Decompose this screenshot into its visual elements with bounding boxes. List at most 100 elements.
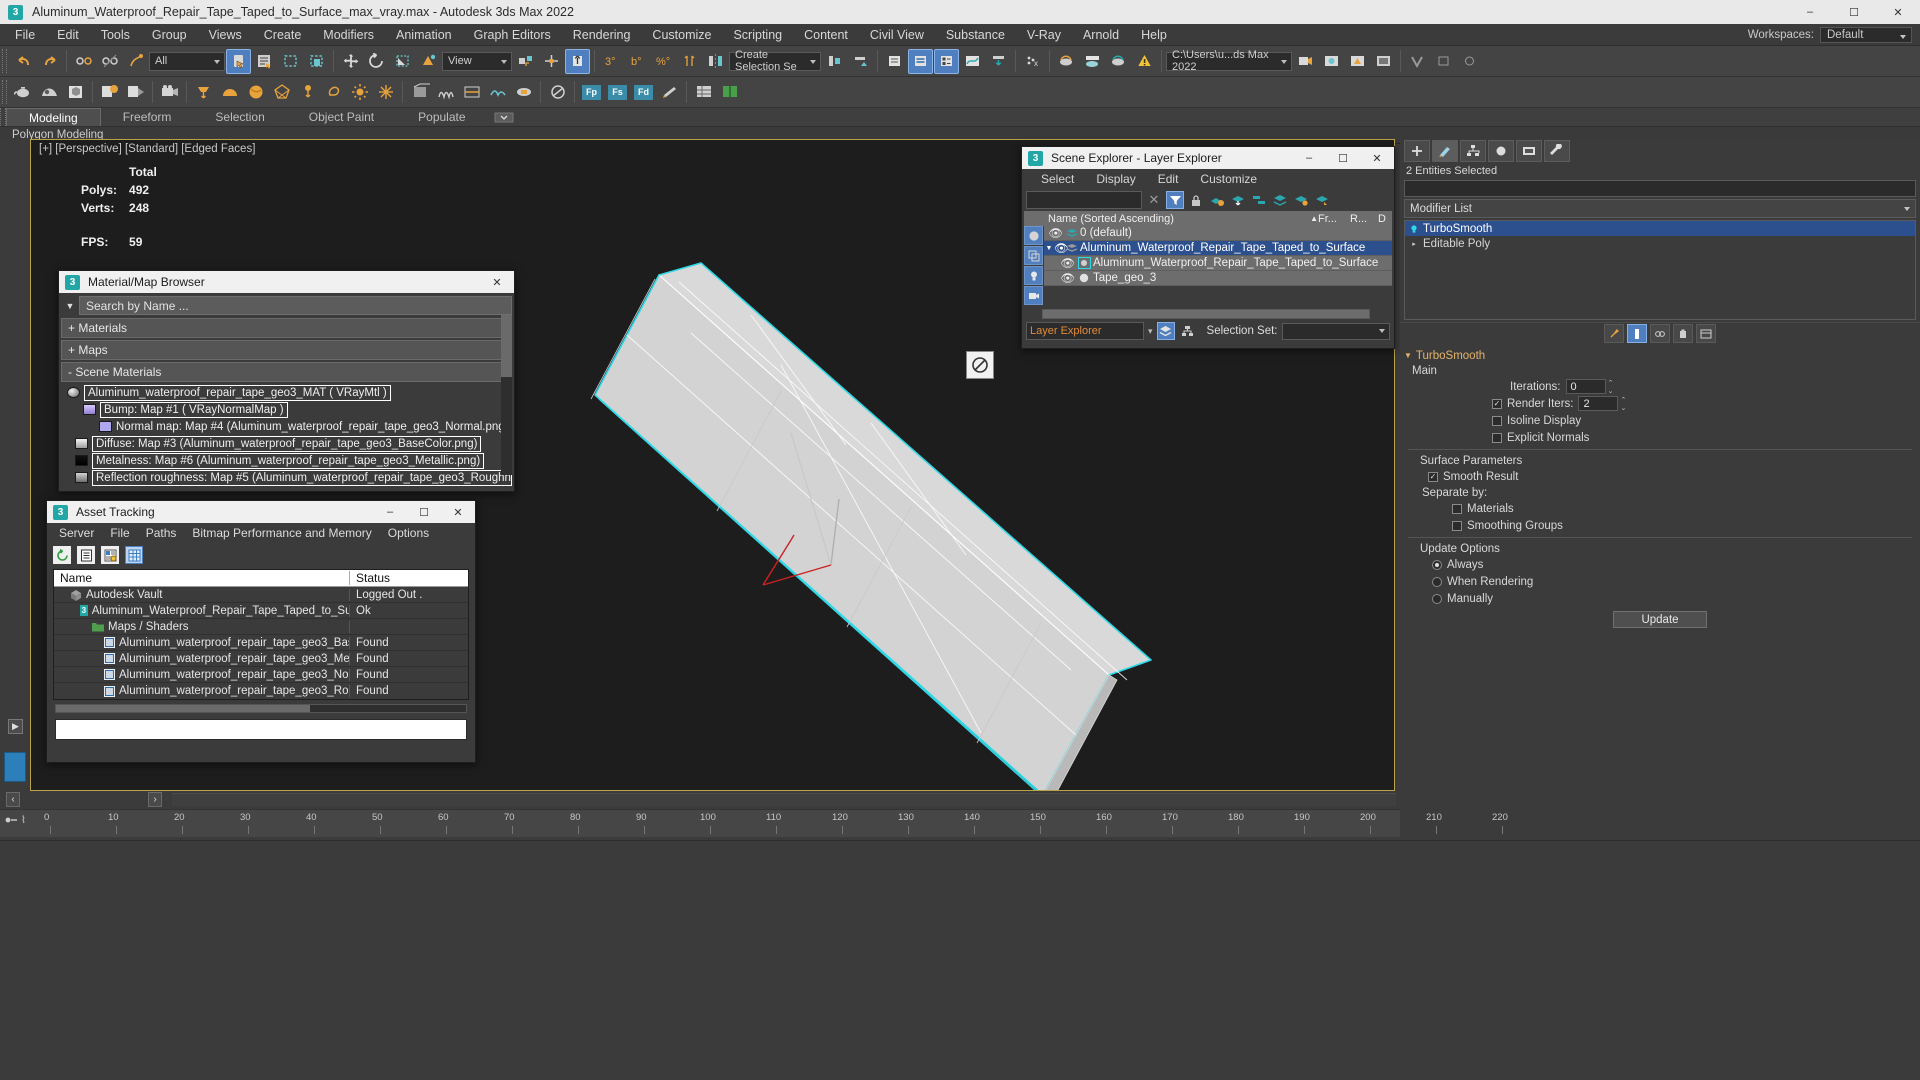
asset-close-button[interactable]: ✕ (441, 501, 475, 523)
light-bulb-icon[interactable] (1408, 223, 1420, 234)
layer-explorer-icon[interactable] (882, 49, 907, 74)
visibility-eye-icon[interactable]: 👁 (1044, 226, 1066, 240)
menu-graph-editors[interactable]: Graph Editors (463, 24, 562, 46)
extra-tool-2-icon[interactable] (1457, 49, 1482, 74)
menu-customize[interactable]: Customize (641, 24, 722, 46)
content-library-icon[interactable] (123, 80, 148, 105)
window-crossing-toggle-icon[interactable] (304, 49, 329, 74)
menu-create[interactable]: Create (253, 24, 313, 46)
unlink-selection-icon[interactable] (97, 49, 122, 74)
modifier-stack[interactable]: TurboSmooth ▸ Editable Poly (1404, 220, 1916, 320)
open-render-frame-window-icon[interactable] (1371, 49, 1396, 74)
configure-modifier-sets-icon[interactable] (1696, 324, 1716, 343)
table-row[interactable]: 3 Aluminum_Waterproof_Repair_Tape_Taped_… (54, 603, 468, 619)
slate-material-editor-icon[interactable] (1106, 49, 1131, 74)
pin-stack-icon[interactable] (1604, 324, 1624, 343)
refresh-icon[interactable] (53, 546, 71, 564)
scene-explorer-search-input[interactable] (1026, 191, 1142, 209)
separate-materials-checkbox[interactable] (1452, 503, 1462, 514)
asset-col-status[interactable]: Status (350, 571, 468, 585)
asset-minimize-button[interactable]: – (373, 501, 407, 523)
table-row[interactable]: Aluminum_waterproof_repair_tape_geo3_Rou… (54, 683, 468, 699)
make-unique-icon[interactable] (1650, 324, 1670, 343)
layer-tree-icon[interactable] (1250, 191, 1268, 209)
material-editor-icon[interactable] (1054, 49, 1079, 74)
mmb-section-scene-materials[interactable]: - Scene Materials (61, 362, 512, 382)
se-menu-customize[interactable]: Customize (1189, 172, 1268, 186)
select-by-name-icon[interactable] (252, 49, 277, 74)
camera-icon[interactable] (157, 80, 182, 105)
scene-explorer-row-selected-layer[interactable]: ▼ 👁 Aluminum_Waterproof_Repair_Tape_Tape… (1044, 241, 1392, 256)
layer-settings-icon[interactable] (1292, 191, 1310, 209)
menu-file[interactable]: File (4, 24, 46, 46)
asset-tracking-status-field[interactable] (55, 719, 467, 740)
expand-arrow-icon[interactable]: ▸ (1408, 238, 1420, 249)
schematic-view-icon[interactable] (986, 49, 1011, 74)
select-and-manipulate-icon[interactable] (539, 49, 564, 74)
vray-toolbar-icon[interactable] (1405, 49, 1430, 74)
menu-edit[interactable]: Edit (46, 24, 90, 46)
expand-rail-icon[interactable]: ▶ (8, 719, 23, 734)
ribbon-tab-freeform[interactable]: Freeform (101, 108, 194, 126)
filter-geometry-icon[interactable] (1024, 226, 1043, 245)
filter-cameras-icon[interactable] (1024, 286, 1043, 305)
asset-col-name[interactable]: Name (54, 571, 350, 585)
separate-smoothing-groups-checkbox[interactable] (1452, 520, 1462, 531)
explorer-mode-dropdown-icon[interactable]: ▾ (1148, 326, 1153, 337)
detail-view-icon[interactable] (101, 546, 119, 564)
sun-light-icon[interactable] (347, 80, 372, 105)
table-row[interactable]: Aluminum_waterproof_repair_tape_geo3_Met… (54, 651, 468, 667)
render-production-icon[interactable] (1293, 49, 1318, 74)
scene-explorer-close-button[interactable]: ✕ (1360, 147, 1394, 169)
add-layer-icon[interactable] (1208, 191, 1226, 209)
quick-align-icon[interactable] (848, 49, 873, 74)
viewport-label[interactable]: [+] [Perspective] [Standard] [Edged Face… (39, 143, 255, 155)
particle-view-icon[interactable]: x (1020, 49, 1045, 74)
menu-animation[interactable]: Animation (385, 24, 463, 46)
menu-help[interactable]: Help (1130, 24, 1178, 46)
edit-named-selection-sets-icon[interactable] (677, 49, 702, 74)
dome-light-icon[interactable] (217, 80, 242, 105)
table-row[interactable]: Aluminum_waterproof_repair_tape_geo3_Nor… (54, 667, 468, 683)
modifier-stack-item-turbosmooth[interactable]: TurboSmooth (1405, 221, 1915, 236)
render-activeshade-icon[interactable] (1345, 49, 1370, 74)
asset-menu-options[interactable]: Options (380, 526, 437, 540)
vray-frame-buffer-icon[interactable]: Fp (579, 80, 604, 105)
visibility-eye-icon[interactable]: 👁 (1054, 241, 1069, 255)
mmb-tree-item-material[interactable]: Aluminum_waterproof_repair_tape_geo3_MAT… (61, 384, 512, 401)
iterations-spinner[interactable]: 0 (1565, 379, 1614, 395)
select-and-place-icon[interactable] (416, 49, 441, 74)
fur-object-icon[interactable] (433, 80, 458, 105)
toolbar-grip-2[interactable] (2, 80, 7, 104)
expand-arrow-icon[interactable]: ▼ (1044, 245, 1054, 252)
shapes-icon[interactable] (37, 80, 62, 105)
ambient-light-icon[interactable] (321, 80, 346, 105)
teapot-icon[interactable] (11, 80, 36, 105)
green-panel-icon[interactable] (717, 80, 742, 105)
asset-tracking-dialog[interactable]: 3 Asset Tracking – ☐ ✕ Server File Paths… (46, 500, 476, 763)
ribbon-tab-selection[interactable]: Selection (193, 108, 286, 126)
material-map-browser-dialog[interactable]: 3 Material/Map Browser ✕ ▼ Search by Nam… (58, 270, 515, 492)
tab-create[interactable] (1404, 140, 1430, 162)
se-menu-edit[interactable]: Edit (1147, 172, 1190, 186)
layer-view-toggle-icon[interactable] (1156, 322, 1175, 340)
select-and-move-icon[interactable] (338, 49, 363, 74)
update-when-rendering-radio[interactable] (1432, 576, 1442, 587)
workspace-value[interactable]: Default (1820, 26, 1912, 43)
tab-display[interactable] (1516, 140, 1542, 162)
tab-hierarchy[interactable] (1460, 140, 1486, 162)
menu-scripting[interactable]: Scripting (722, 24, 793, 46)
spinner-snap-toggle-icon[interactable]: %° (651, 49, 676, 74)
se-col-extra[interactable]: D (1378, 213, 1392, 225)
color-swatch[interactable] (4, 752, 26, 782)
workspace-selector[interactable]: Workspaces: Default (1748, 26, 1920, 43)
se-menu-display[interactable]: Display (1085, 172, 1146, 186)
mmb-tree-item-diffuse[interactable]: Diffuse: Map #3 (Aluminum_waterproof_rep… (61, 435, 512, 452)
lock-icon[interactable] (1187, 191, 1205, 209)
ribbon-tab-modeling[interactable]: Modeling (6, 108, 101, 126)
remove-modifier-icon[interactable] (1673, 324, 1693, 343)
vray-render-icon[interactable] (545, 80, 570, 105)
se-col-render[interactable]: R... (1350, 213, 1378, 225)
proxy-object-icon[interactable] (407, 80, 432, 105)
minimize-button[interactable]: – (1788, 0, 1832, 24)
